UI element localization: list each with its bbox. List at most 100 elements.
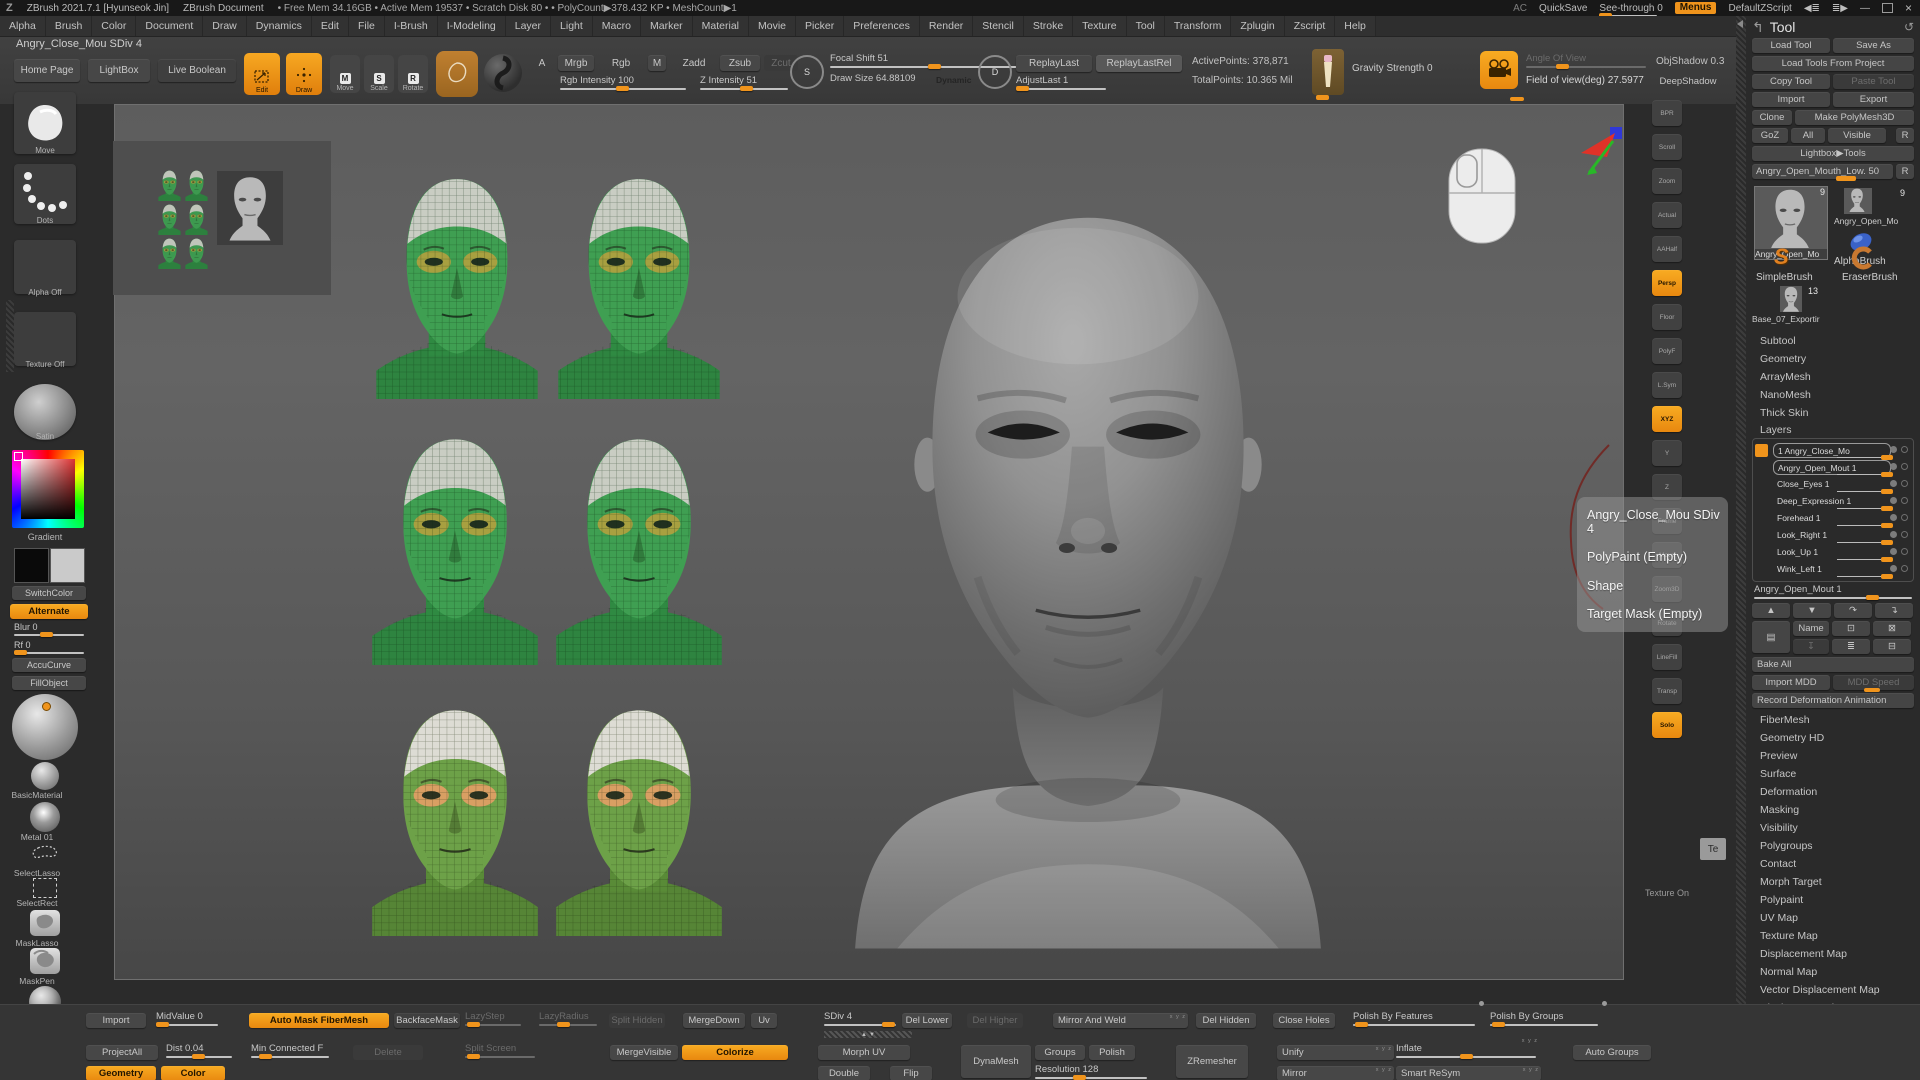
gravity-slider-handle[interactable] xyxy=(1316,95,1329,100)
polish-groups-toggle[interactable] xyxy=(1602,1001,1607,1006)
menu-item[interactable]: Stroke xyxy=(1024,16,1073,36)
zsub-toggle[interactable]: Zsub xyxy=(720,55,760,71)
draw-mode-button[interactable]: Draw xyxy=(286,53,322,95)
a-toggle[interactable]: A xyxy=(530,55,554,71)
layer-eye-icon[interactable] xyxy=(1890,480,1897,487)
goz-visible-button[interactable]: Visible xyxy=(1828,128,1886,143)
tool-section-header[interactable]: Masking xyxy=(1752,801,1914,819)
layer-merge-button[interactable]: ↧ xyxy=(1793,639,1829,654)
groups-button[interactable]: Groups xyxy=(1035,1045,1085,1060)
split-hidden-button[interactable]: Split Hidden xyxy=(609,1013,665,1028)
clone-button[interactable]: Clone xyxy=(1752,110,1792,125)
color-picker[interactable] xyxy=(12,450,84,528)
popup-item[interactable]: PolyPaint (Empty) xyxy=(1587,550,1728,564)
backfacemask-button[interactable]: BackfaceMask xyxy=(394,1013,460,1028)
lazystep-slider[interactable]: LazyStep xyxy=(465,1011,521,1026)
projectall-button[interactable]: ProjectAll xyxy=(86,1045,158,1060)
edit-mode-button[interactable]: Edit xyxy=(244,53,280,95)
layer-row[interactable]: Forehead 1 xyxy=(1753,510,1911,527)
menu-item[interactable]: Dynamics xyxy=(247,16,312,36)
right-shelf-button[interactable]: Floor xyxy=(1652,304,1682,330)
right-shelf-button[interactable]: Persp xyxy=(1652,270,1682,296)
layer-intensity-slider[interactable] xyxy=(1837,474,1893,475)
import-button[interactable]: Import xyxy=(1752,92,1830,107)
alt-color-swatch[interactable] xyxy=(50,548,85,583)
shelf-slider-handle[interactable] xyxy=(1510,97,1524,101)
layer-eye-icon[interactable] xyxy=(1890,514,1897,521)
load-tools-project-button[interactable]: Load Tools From Project xyxy=(1752,56,1914,71)
menu-item[interactable]: Light xyxy=(551,16,593,36)
goz-all-button[interactable]: All xyxy=(1791,128,1825,143)
menus-button[interactable]: Menus xyxy=(1675,2,1717,14)
min-connected-slider[interactable]: Min Connected F xyxy=(251,1043,329,1058)
tool-section-header[interactable]: Morph Target xyxy=(1752,873,1914,891)
tool-section-header[interactable]: UV Map xyxy=(1752,909,1914,927)
delete-button[interactable]: Delete xyxy=(353,1045,423,1060)
tool-section-header[interactable]: Visibility xyxy=(1752,819,1914,837)
mask-lasso-thumb[interactable] xyxy=(30,910,60,936)
lightbox-tools-button[interactable]: Lightbox▶Tools xyxy=(1752,146,1914,161)
del-hidden-button[interactable]: Del Hidden xyxy=(1196,1013,1256,1028)
mrgb-toggle[interactable]: Mrgb xyxy=(558,55,594,71)
layer-up-button[interactable]: ▲ xyxy=(1752,603,1790,618)
import-mdd-button[interactable]: Import MDD xyxy=(1752,675,1830,690)
menu-item[interactable]: Picker xyxy=(796,16,844,36)
palette-back-icon[interactable]: ↰ xyxy=(1752,19,1764,36)
popup-item[interactable]: Target Mask (Empty) xyxy=(1587,607,1728,621)
tool-section-header[interactable]: Surface xyxy=(1752,765,1914,783)
unify-button[interactable]: Unifyx y z xyxy=(1277,1045,1394,1060)
menu-item[interactable]: Alpha xyxy=(0,16,46,36)
stroke-curve-icon[interactable]: S xyxy=(790,55,824,89)
replay-curve-icon[interactable]: D xyxy=(978,55,1012,89)
menu-item[interactable]: Edit xyxy=(312,16,349,36)
rgb-intensity-slider[interactable]: Rgb Intensity 100 xyxy=(560,75,686,90)
adjust-last-slider[interactable]: AdjustLast 1 xyxy=(1016,75,1106,90)
menu-item[interactable]: Macro xyxy=(593,16,641,36)
colorize-button[interactable]: Colorize xyxy=(682,1045,788,1060)
lazyradius-slider[interactable]: LazyRadius xyxy=(539,1011,597,1026)
right-shelf-button[interactable]: Actual xyxy=(1652,202,1682,228)
alpha-thumb[interactable] xyxy=(14,240,76,294)
tool-section-header[interactable]: FiberMesh xyxy=(1752,711,1914,729)
tool-section-header[interactable]: ArrayMesh xyxy=(1752,368,1914,386)
layer-eye-icon[interactable] xyxy=(1890,446,1897,453)
double-button[interactable]: Double xyxy=(818,1066,870,1080)
active-tool-slider[interactable]: Angry_Open_Mouth_Low. 50 xyxy=(1752,164,1893,179)
layer-eye2-icon[interactable] xyxy=(1901,463,1908,470)
smart-resym-button[interactable]: Smart ReSymx y z xyxy=(1396,1066,1541,1080)
see-through-slider[interactable]: See-through 0 xyxy=(1599,3,1662,14)
right-shelf-button[interactable]: PolyF xyxy=(1652,338,1682,364)
tool-section-header[interactable]: Polygroups xyxy=(1752,837,1914,855)
replay-last-button[interactable]: ReplayLast xyxy=(1016,55,1092,72)
layer-eye2-icon[interactable] xyxy=(1901,514,1908,521)
polish-button[interactable]: Polish xyxy=(1089,1045,1135,1060)
metal-sphere[interactable] xyxy=(30,802,60,832)
base-tool-thumb[interactable] xyxy=(1780,286,1802,312)
right-shelf-button[interactable]: Zoom xyxy=(1652,168,1682,194)
color-picker-sv[interactable] xyxy=(21,459,75,519)
dist-slider[interactable]: Dist 0.04 xyxy=(166,1043,232,1058)
menu-item[interactable]: Stencil xyxy=(973,16,1024,36)
layer-row[interactable]: Deep_Expression 1 xyxy=(1753,493,1911,510)
right-shelf-button[interactable]: Scroll xyxy=(1652,134,1682,160)
rf-slider[interactable]: Rf 0 xyxy=(14,640,84,655)
layer-intensity-slider[interactable] xyxy=(1837,457,1893,458)
draw-size-slider[interactable]: Draw Size 64.88109 xyxy=(830,73,916,88)
load-tool-button[interactable]: Load Tool xyxy=(1752,38,1830,53)
export-button[interactable]: Export xyxy=(1833,92,1914,107)
menu-item[interactable]: File xyxy=(349,16,385,36)
zremesher-button[interactable]: ZRemesher xyxy=(1176,1045,1248,1078)
auto-groups-button[interactable]: Auto Groups xyxy=(1573,1045,1651,1060)
select-lasso-icon[interactable] xyxy=(30,844,60,871)
layer-intensity-slider[interactable] xyxy=(1837,542,1893,543)
menu-item[interactable]: Help xyxy=(1335,16,1376,36)
quicksave-button[interactable]: QuickSave xyxy=(1539,3,1587,14)
minimize-button[interactable]: — xyxy=(1860,3,1870,14)
right-shelf-button[interactable]: AAHalf xyxy=(1652,236,1682,262)
dynamic-label[interactable]: Dynamic xyxy=(936,75,971,85)
mdd-slider-handle[interactable] xyxy=(1864,688,1880,692)
menu-item[interactable]: Render xyxy=(920,16,973,36)
tool-section-header[interactable]: Texture Map xyxy=(1752,927,1914,945)
resolution-slider[interactable]: Resolution 128 xyxy=(1035,1064,1147,1079)
record-deformation-button[interactable]: Record Deformation Animation xyxy=(1752,693,1914,708)
